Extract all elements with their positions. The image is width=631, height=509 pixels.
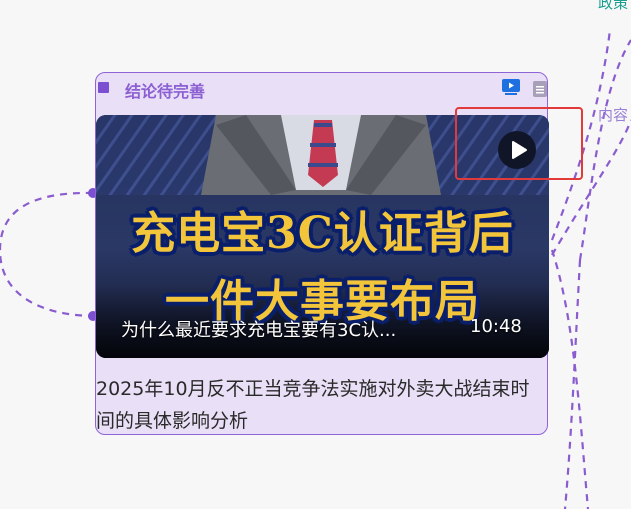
right-connector-5 — [578, 39, 631, 261]
right-connector-4 — [563, 259, 582, 509]
video-caption: 为什么最近要求充电宝要有3C认... — [121, 320, 397, 341]
video-icon[interactable] — [502, 79, 520, 95]
card-header: 结论待完善 — [96, 73, 547, 107]
square-marker-icon — [98, 82, 109, 93]
left-loop-connector — [0, 191, 94, 318]
card-title[interactable]: 结论待完善 — [125, 78, 205, 102]
right-connector-3 — [550, 249, 590, 509]
highlight-box — [455, 107, 583, 180]
video-duration: 10:48 — [470, 316, 522, 337]
card-description[interactable]: 2025年10月反不正当竞争法实施对外卖大战结束时间的具体影响分析 — [96, 373, 546, 437]
document-icon[interactable] — [533, 81, 547, 97]
side-node-label-top[interactable]: 政策 — [598, 0, 628, 13]
side-node-label-right[interactable]: 内容 — [598, 104, 628, 125]
thumbnail-headline-line1: 充电宝3C认证背后 — [131, 208, 514, 259]
